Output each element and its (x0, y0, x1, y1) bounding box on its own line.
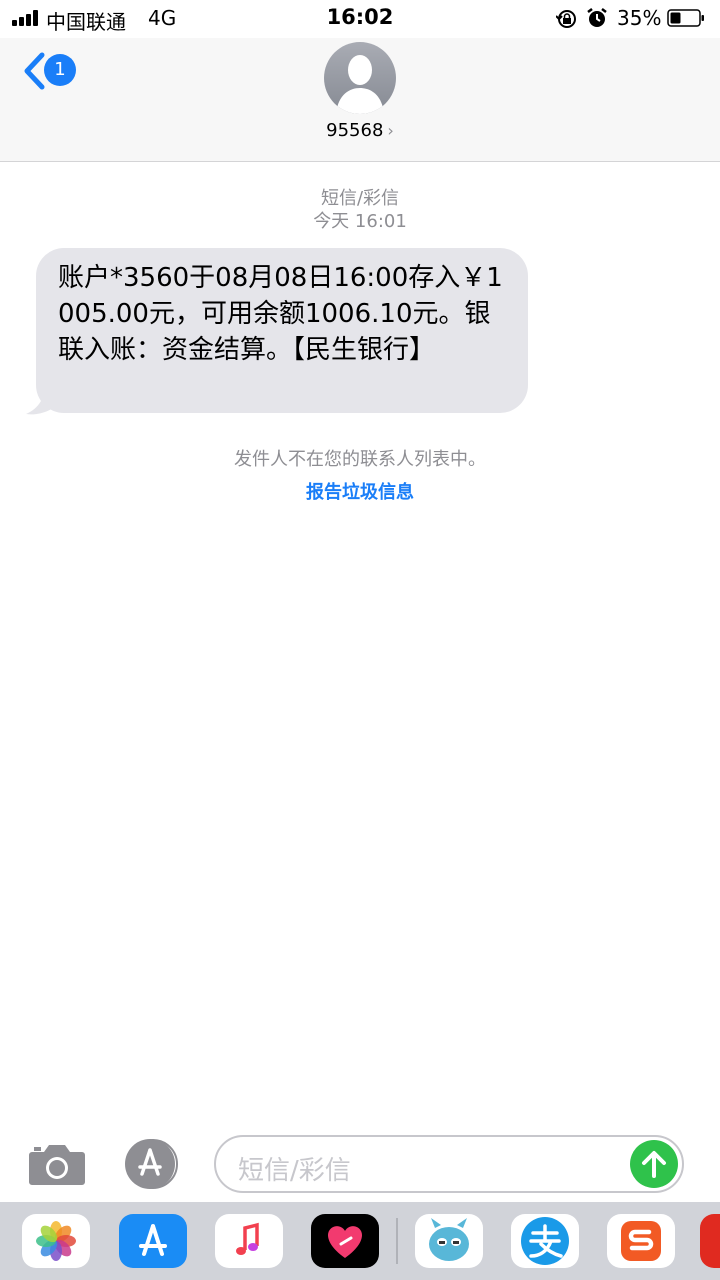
message-input[interactable]: 短信/彩信 (214, 1135, 684, 1193)
contact-name-button[interactable]: 95568 › (0, 120, 720, 141)
contact-name: 95568 (326, 120, 384, 141)
message-input-placeholder: 短信/彩信 (238, 1156, 351, 1186)
person-silhouette-icon (336, 55, 384, 114)
alarm-icon (587, 8, 607, 27)
unknown-sender-note: 发件人不在您的联系人列表中。 (234, 449, 486, 470)
battery-percentage: 35% (617, 6, 662, 30)
message-text: 账户*3560于08月08日16:00存入￥1005.00元，可用余额1006.… (58, 263, 503, 365)
conversation-header: 1 95568 › (0, 38, 720, 162)
arrow-up-icon (642, 1151, 666, 1178)
partial-app-icon[interactable] (700, 1214, 720, 1268)
photos-icon[interactable] (22, 1214, 90, 1268)
camera-icon[interactable] (28, 1140, 86, 1186)
sticker-monster-icon[interactable] (415, 1214, 483, 1268)
status-bar: 中国联通 4G 16:02 35% (0, 0, 720, 38)
alipay-icon[interactable] (511, 1214, 579, 1268)
digital-touch-icon[interactable] (311, 1214, 379, 1268)
back-chevron-icon[interactable] (22, 52, 46, 90)
app-store-icon[interactable] (119, 1214, 187, 1268)
report-junk-link[interactable]: 报告垃圾信息 (0, 478, 720, 504)
received-message-bubble[interactable]: 账户*3560于08月08日16:00存入￥1005.00元，可用余额1006.… (36, 248, 528, 413)
music-icon[interactable] (215, 1214, 283, 1268)
drawer-divider (396, 1218, 398, 1264)
unread-count-badge[interactable]: 1 (44, 54, 76, 86)
send-button[interactable] (630, 1140, 678, 1188)
rotation-lock-icon (556, 10, 576, 28)
sogou-icon[interactable] (607, 1214, 675, 1268)
message-timestamp: 今天 16:01 (313, 211, 407, 232)
status-time: 16:02 (326, 5, 394, 29)
imessage-app-drawer (0, 1202, 720, 1280)
chevron-right-icon: › (387, 121, 394, 140)
app-store-drawer-icon[interactable] (122, 1137, 184, 1191)
battery-icon (667, 9, 704, 27)
contact-avatar[interactable] (324, 42, 396, 114)
